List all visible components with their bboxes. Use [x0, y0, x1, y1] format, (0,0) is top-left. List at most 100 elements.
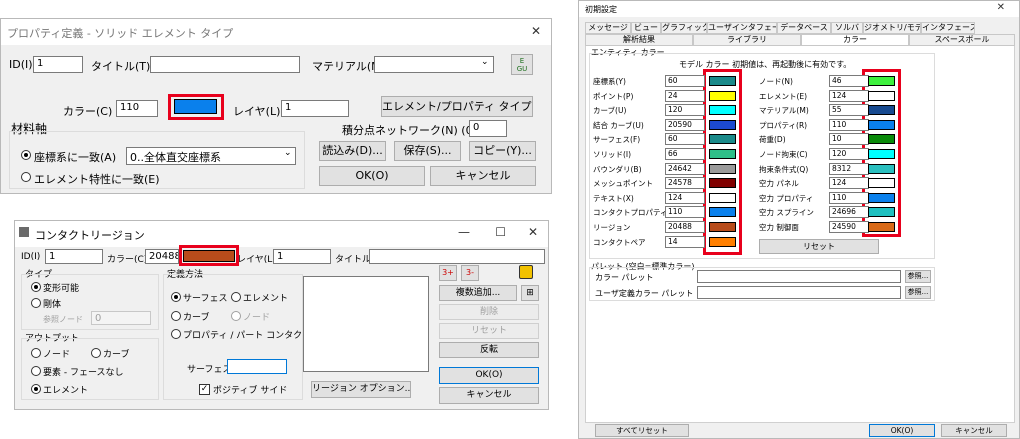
entity-color-value-field[interactable]: 24696 [829, 206, 869, 219]
radio-m-curve[interactable] [171, 311, 181, 321]
radio-m-node[interactable] [231, 311, 241, 321]
tab-row1-4[interactable]: データベース [777, 22, 831, 34]
radio-m-element[interactable] [231, 292, 241, 302]
coord-system-select[interactable]: 0..全体直交座標系 [126, 147, 296, 165]
surface-field[interactable] [227, 359, 287, 374]
entity-color-value-field[interactable]: 66 [665, 148, 705, 160]
radio-flexible[interactable] [31, 282, 41, 292]
entity-color-value-field[interactable]: 110 [829, 118, 869, 131]
reset-button[interactable]: リセット [759, 239, 879, 254]
color-field[interactable]: 20488 [145, 249, 179, 264]
entity-color-value-field[interactable]: 124 [829, 89, 869, 102]
cancel-button[interactable]: キャンセル [430, 166, 536, 186]
radio-out-curve[interactable] [91, 348, 101, 358]
radio-coord-system[interactable] [21, 150, 31, 160]
radio-m-prop[interactable] [171, 329, 181, 339]
close-icon[interactable]: ✕ [531, 24, 541, 38]
tab-row1-6[interactable]: ジオメトリ/モデル [863, 22, 921, 34]
entity-color-value-field[interactable]: 110 [665, 206, 705, 219]
entity-color-value-field[interactable]: 46 [829, 75, 869, 87]
ok-button[interactable]: OK(O) [869, 424, 935, 437]
radio-m-surface[interactable] [171, 292, 181, 302]
positive-side-checkbox[interactable]: ✓ [199, 384, 210, 395]
entity-color-value-field[interactable]: 60 [665, 75, 705, 87]
color-palette-browse-button[interactable]: 参照... [905, 270, 931, 283]
tab-row1-2[interactable]: グラフィックス [661, 22, 707, 34]
radio-rigid[interactable] [31, 298, 41, 308]
radio-out-face[interactable] [31, 366, 41, 376]
copy-button[interactable]: コピー(Y)... [469, 141, 536, 161]
preferences-titlebar[interactable]: 初期設定 ✕ [579, 1, 1019, 17]
entity-color-value-field[interactable]: 8312 [829, 162, 869, 175]
entity-color-swatch[interactable] [709, 192, 736, 203]
tab-row1-0[interactable]: メッセージ [585, 22, 631, 34]
tab-row2-0[interactable]: 解析結果 [585, 34, 693, 46]
entity-color-value-field[interactable]: 55 [829, 104, 869, 117]
tab-row2-3[interactable]: スペースボール [909, 34, 1015, 46]
user-palette-field[interactable] [697, 286, 901, 299]
material-select[interactable] [374, 56, 494, 73]
entity-color-swatch[interactable] [868, 178, 895, 189]
integration-network-field[interactable]: 0 [469, 120, 507, 137]
title-field[interactable] [150, 56, 300, 73]
ok-button[interactable]: OK(O) [319, 166, 425, 186]
entity-color-swatch[interactable] [868, 163, 895, 174]
title-field[interactable] [369, 249, 545, 264]
cancel-button[interactable]: キャンセル [941, 424, 1007, 437]
radio-out-node[interactable] [31, 348, 41, 358]
add-icon-button[interactable]: 3+ [439, 265, 457, 281]
entity-color-swatch[interactable] [868, 192, 895, 203]
entity-color-value-field[interactable]: 20488 [665, 221, 705, 233]
entity-color-value-field[interactable]: 10 [829, 133, 869, 146]
entity-color-value-field[interactable]: 14 [665, 235, 705, 248]
region-option-button[interactable]: リージョン オプション... [311, 381, 411, 398]
entity-color-value-field[interactable]: 120 [665, 104, 705, 117]
color-palette-field[interactable] [697, 270, 901, 283]
radio-element-property[interactable] [21, 172, 31, 182]
entity-color-swatch[interactable] [709, 90, 736, 101]
palette-icon[interactable] [519, 265, 533, 279]
element-property-type-button[interactable]: エレメント/プロパティ タイプ(P)... [381, 96, 533, 117]
tab-row1-7[interactable]: インタフェース [921, 22, 975, 34]
entity-color-swatch[interactable] [709, 236, 736, 247]
entity-color-swatch[interactable] [868, 207, 895, 218]
entity-color-swatch[interactable] [709, 149, 736, 159]
entity-color-swatch[interactable] [868, 149, 895, 159]
user-palette-browse-button[interactable]: 参照... [905, 286, 931, 299]
tab-row2-1[interactable]: ライブラリ [693, 34, 801, 46]
property-dialog-titlebar[interactable]: プロパティ定義 - ソリッド エレメント タイプ ✕ [1, 19, 551, 45]
tab-row1-5[interactable]: ソルバ [831, 22, 863, 34]
ref-node-field[interactable]: 0 [91, 311, 151, 325]
entity-list[interactable] [303, 276, 429, 372]
tab-row2-2[interactable]: カラー [801, 34, 909, 46]
entity-color-swatch[interactable] [868, 134, 895, 145]
entity-color-value-field[interactable]: 124 [829, 177, 869, 190]
close-icon[interactable]: ✕ [997, 2, 1005, 13]
entity-color-swatch[interactable] [709, 105, 736, 116]
entity-color-swatch[interactable] [868, 119, 895, 130]
ok-button[interactable]: OK(O) [439, 367, 539, 384]
entity-color-value-field[interactable]: 24578 [665, 177, 705, 190]
delete-button[interactable]: 削除 [439, 304, 539, 320]
entity-color-value-field[interactable]: 124 [665, 191, 705, 204]
reset-all-button[interactable]: すべてリセット [595, 424, 689, 437]
load-button[interactable]: 読込み(D)... [319, 141, 386, 161]
save-button[interactable]: 保存(S)... [394, 141, 461, 161]
entity-color-swatch[interactable] [868, 222, 895, 232]
grid-icon-button[interactable]: ⊞ [521, 285, 539, 301]
close-icon[interactable]: ✕ [528, 225, 538, 239]
entity-color-swatch[interactable] [709, 207, 736, 218]
multi-add-button[interactable]: 複数追加... [439, 285, 517, 301]
cancel-button[interactable]: キャンセル [439, 387, 539, 404]
entity-color-swatch[interactable] [709, 76, 736, 86]
contact-region-titlebar[interactable]: コンタクトリージョン — ☐ ✕ [15, 221, 548, 247]
tab-row1-3[interactable]: ユーザインタフェース [707, 22, 777, 34]
layer-field[interactable]: 1 [281, 100, 349, 117]
reset-button[interactable]: リセット [439, 323, 539, 339]
entity-color-swatch[interactable] [709, 119, 736, 130]
tab-row1-1[interactable]: ビュー [631, 22, 661, 34]
color-field[interactable]: 110 [116, 100, 158, 117]
entity-color-swatch[interactable] [709, 178, 736, 189]
entity-color-value-field[interactable]: 110 [829, 191, 869, 204]
radio-out-element[interactable] [31, 384, 41, 394]
